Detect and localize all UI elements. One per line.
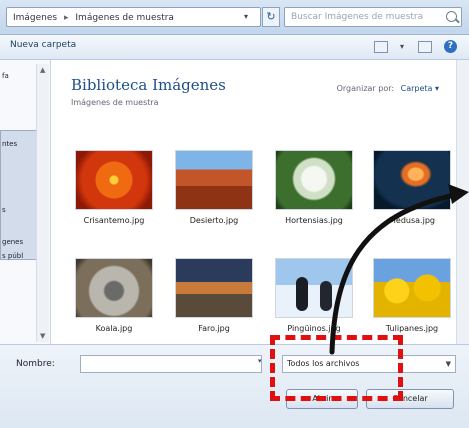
annotation-arrow <box>329 184 469 355</box>
